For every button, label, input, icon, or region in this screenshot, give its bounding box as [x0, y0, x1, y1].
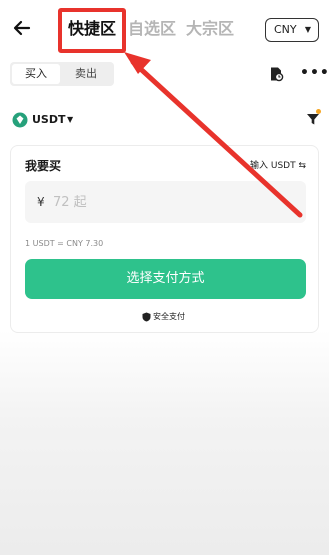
amount-input[interactable]	[53, 191, 253, 213]
coin-symbol: USDT	[32, 113, 66, 126]
chevron-down-icon: ▼	[304, 25, 311, 34]
buy-sell-toggle: 买入 卖出	[10, 62, 114, 86]
secure-payment-label: 安全支付	[153, 312, 185, 321]
card-title: 我要买	[25, 159, 62, 173]
filter-icon[interactable]	[306, 112, 320, 126]
order-history-icon[interactable]	[268, 66, 284, 82]
amount-field[interactable]: ¥	[25, 181, 306, 223]
shield-icon	[142, 312, 151, 322]
more-options-icon[interactable]: •••	[300, 66, 329, 82]
tab-bulk-zone[interactable]: 大宗区	[186, 18, 234, 40]
annotation-highlight-box	[58, 8, 126, 53]
sell-tab-button[interactable]: 卖出	[62, 64, 110, 84]
select-payment-method-button[interactable]: 选择支付方式	[25, 259, 306, 299]
buy-tab-button[interactable]: 买入	[12, 64, 60, 84]
tab-selected-zone[interactable]: 自选区	[128, 18, 176, 40]
buy-card: 我要买 输入 USDT ⇆ ¥ 1 USDT = CNY 7.30 选择支付方式…	[10, 145, 319, 333]
bottom-fade-overlay	[0, 330, 329, 555]
usdt-diamond-icon	[12, 112, 28, 128]
chevron-down-icon: ▼	[67, 115, 74, 124]
currency-symbol: ¥	[37, 195, 45, 209]
back-arrow-icon[interactable]	[12, 18, 32, 38]
currency-select[interactable]: CNY ▼	[265, 18, 319, 42]
filter-notification-dot	[316, 109, 321, 114]
exchange-rate-text: 1 USDT = CNY 7.30	[25, 239, 104, 248]
currency-select-label: CNY	[274, 23, 297, 36]
input-mode-switch[interactable]: 输入 USDT ⇆	[250, 159, 306, 173]
